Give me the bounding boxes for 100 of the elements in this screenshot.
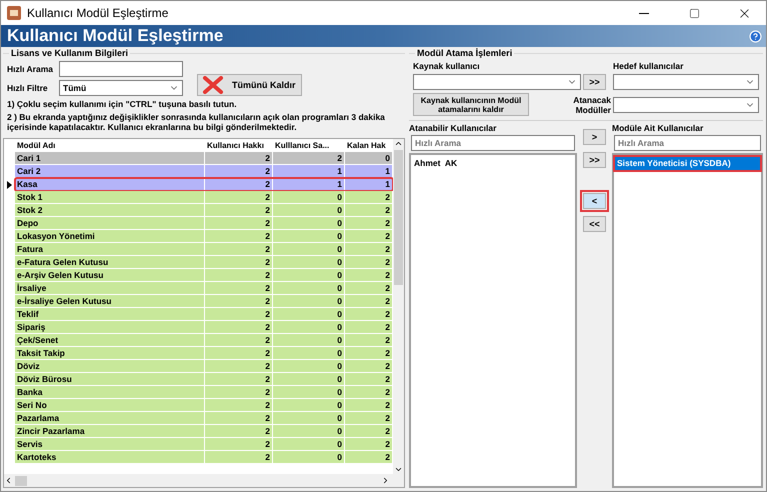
table-cell: 2 <box>205 243 273 256</box>
move-button[interactable]: > <box>583 129 606 145</box>
copy-button[interactable]: >> <box>583 74 606 90</box>
chevron-right-icon <box>381 476 390 485</box>
scroll-thumb[interactable] <box>15 476 27 486</box>
window-title: Kullanıcı Modül Eşleştirme <box>27 6 170 20</box>
info-note: 2 ) Bu ekranda yaptığınız değişiklikler sonrasında kullanıcıların açık olan programları 3 dakika içerisinde kapatılacaktır. Kullanıcı ekranlarına bu bilgi gönderilmektedir. <box>7 112 386 132</box>
clear-all-button[interactable]: Tümünü Kaldır <box>197 74 302 96</box>
target-users-dropdown[interactable] <box>613 74 759 90</box>
search-field[interactable]: Hızlı Arama <box>614 135 761 151</box>
search-field[interactable] <box>59 61 183 77</box>
chevron-down-icon <box>394 465 403 474</box>
table-cell: 0 <box>273 204 345 217</box>
table-cell: 2 <box>205 347 273 360</box>
table-cell: 0 <box>273 321 345 334</box>
table-cell: Taksit Takip <box>15 347 205 360</box>
horizontal-scrollbar[interactable] <box>4 474 404 487</box>
list-item[interactable]: Sistem Yöneticisi (SYSDBA) <box>615 157 760 170</box>
field-label: Kaynak kullanıcı <box>413 61 481 71</box>
table-cell: e-Fatura Gelen Kutusu <box>15 256 205 269</box>
table-cell: 0 <box>273 334 345 347</box>
move-button[interactable]: < <box>583 193 606 209</box>
remove-assignments-button[interactable]: Kaynak kullanıcının Modül atamalarını kaldır <box>413 93 529 116</box>
table-cell: 2 <box>205 425 273 438</box>
table-cell: 0 <box>273 269 345 282</box>
table-cell: 2 <box>345 412 393 425</box>
table-cell: 0 <box>273 243 345 256</box>
field-label: Hızlı Filtre <box>7 83 49 93</box>
table-cell: 2 <box>345 399 393 412</box>
move-button[interactable]: >> <box>583 152 606 168</box>
table-cell: Kasa <box>15 178 205 191</box>
table-cell: 2 <box>345 295 393 308</box>
table-cell: 2 <box>345 308 393 321</box>
cross-icon <box>202 76 224 94</box>
column-header[interactable]: Modül Adı <box>15 139 205 152</box>
search-field[interactable]: Hızlı Arama <box>411 135 575 151</box>
column-header[interactable]: Kalan Hak <box>345 139 393 152</box>
table-cell: 2 <box>205 334 273 347</box>
table-cell: Döviz Bürosu <box>15 373 205 386</box>
column-header[interactable]: Kullanıcı Hakkı <box>205 139 273 152</box>
table-cell: Depo <box>15 217 205 230</box>
column-header[interactable]: Kulllanıcı Sa... <box>273 139 345 152</box>
table-cell: 0 <box>273 282 345 295</box>
table-cell: 2 <box>345 334 393 347</box>
table-cell: 1 <box>345 165 393 178</box>
vertical-scrollbar[interactable] <box>393 139 404 474</box>
move-button[interactable]: << <box>583 216 606 232</box>
list-label: Atanabilir Kullanıcılar <box>409 123 498 133</box>
table-cell: 0 <box>273 425 345 438</box>
table-cell: 0 <box>273 217 345 230</box>
table-cell: 2 <box>205 269 273 282</box>
table-cell: 0 <box>345 152 393 165</box>
table-cell: Lokasyon Yönetimi <box>15 230 205 243</box>
table-cell: 0 <box>273 373 345 386</box>
table-cell: 2 <box>345 386 393 399</box>
table-cell: 2 <box>205 373 273 386</box>
chevron-left-icon <box>4 476 13 485</box>
table-cell: Zincir Pazarlama <box>15 425 205 438</box>
filter-dropdown[interactable]: Tümü <box>59 80 183 96</box>
help-icon[interactable] <box>749 30 762 42</box>
modules-dropdown[interactable] <box>613 96 759 112</box>
table-cell: 2 <box>205 451 273 464</box>
table-cell: 0 <box>273 451 345 464</box>
group-title: Lisans ve Kullanım Bilgileri <box>9 48 130 58</box>
table-cell: 2 <box>273 152 345 165</box>
table-cell: Kartoteks <box>15 451 205 464</box>
scroll-thumb[interactable] <box>394 150 403 285</box>
table-cell: Çek/Senet <box>15 334 205 347</box>
table-cell: 2 <box>205 165 273 178</box>
field-label: Hızlı Arama <box>7 64 54 74</box>
table-cell: 0 <box>273 347 345 360</box>
table-cell: Banka <box>15 386 205 399</box>
table-cell: 2 <box>205 399 273 412</box>
source-user-dropdown[interactable] <box>413 74 581 90</box>
table-cell: 2 <box>205 178 273 191</box>
table-cell: 2 <box>345 451 393 464</box>
table-cell: 0 <box>273 308 345 321</box>
table-cell: 2 <box>205 308 273 321</box>
table-cell: e-Arşiv Gelen Kutusu <box>15 269 205 282</box>
list-item[interactable]: Ahmet AK <box>412 157 574 170</box>
table-cell: 2 <box>345 425 393 438</box>
table-cell: Döviz <box>15 360 205 373</box>
group-title: Modül Atama İşlemleri <box>415 48 514 58</box>
info-note: 1) Çoklu seçim kullanımı için "CTRL" tuşuna basılı tutun. <box>7 99 238 109</box>
table-cell: 0 <box>273 256 345 269</box>
table-cell: 2 <box>345 217 393 230</box>
table-cell: 2 <box>345 269 393 282</box>
table-cell: 2 <box>205 321 273 334</box>
table-cell: 2 <box>345 256 393 269</box>
table-cell: 0 <box>273 191 345 204</box>
table-cell: 2 <box>205 256 273 269</box>
table-cell: 2 <box>205 204 273 217</box>
table-cell: 2 <box>345 204 393 217</box>
maximize-icon <box>688 8 700 18</box>
table-cell: 2 <box>345 230 393 243</box>
table-cell: 2 <box>205 295 273 308</box>
field-label: Atanacak Modüller <box>572 94 611 114</box>
chevron-up-icon <box>394 139 403 148</box>
table-cell: Stok 2 <box>15 204 205 217</box>
table-cell: Teklif <box>15 308 205 321</box>
